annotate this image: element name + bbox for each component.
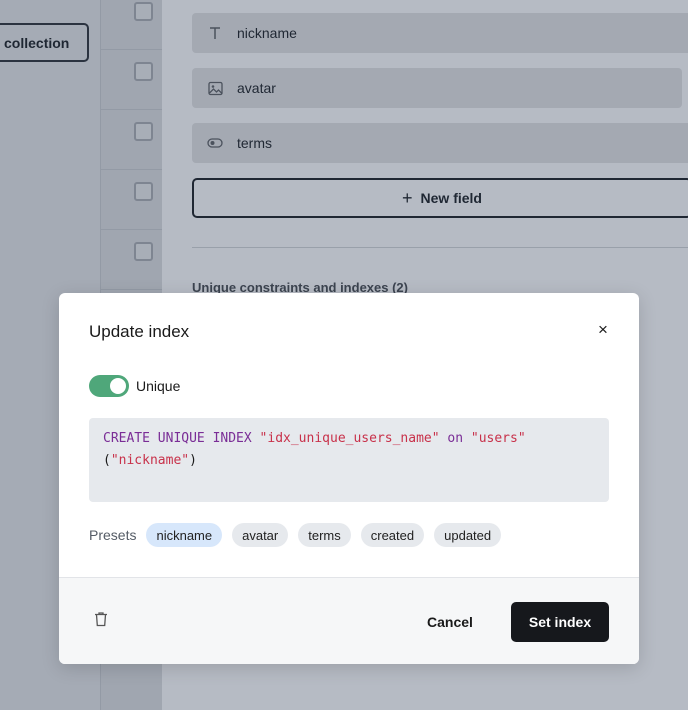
new-field-button[interactable]: + New field	[192, 178, 688, 218]
preset-chip-avatar[interactable]: avatar	[232, 523, 289, 547]
plus-icon: +	[402, 187, 413, 208]
text-icon	[206, 24, 224, 42]
preset-chip-created[interactable]: created	[360, 523, 425, 547]
trash-icon[interactable]	[94, 611, 112, 629]
row-checkbox[interactable]	[134, 242, 153, 261]
field-name: nickname	[237, 25, 297, 41]
row-checkbox[interactable]	[134, 182, 153, 201]
field-row-terms[interactable]: terms	[192, 123, 688, 163]
preset-chip-terms[interactable]: terms	[298, 523, 351, 547]
presets-label: Presets	[89, 527, 137, 543]
checkbox-row	[101, 50, 163, 110]
sql-keyword: CREATE UNIQUE INDEX	[103, 431, 252, 446]
modal-footer: Cancel Set index	[59, 577, 639, 664]
sql-keyword: on	[447, 431, 464, 446]
sql-paren: (	[103, 453, 111, 468]
checkbox-row	[101, 230, 163, 290]
row-checkbox[interactable]	[134, 62, 153, 81]
modal-title: Update index	[89, 322, 190, 341]
field-name: avatar	[237, 80, 276, 96]
preset-chip-nickname[interactable]: nickname	[146, 523, 223, 547]
set-index-button[interactable]: Set index	[511, 602, 609, 642]
checkbox-row	[101, 0, 163, 50]
checkbox-row	[101, 170, 163, 230]
close-icon[interactable]: ×	[593, 320, 613, 340]
index-sql-editor[interactable]: CREATE UNIQUE INDEX "idx_unique_users_na…	[89, 418, 609, 502]
cancel-button[interactable]: Cancel	[414, 602, 486, 642]
toggle-knob	[110, 378, 126, 394]
new-collection-button[interactable]: collection	[0, 23, 89, 62]
row-checkbox[interactable]	[134, 2, 153, 21]
unique-toggle[interactable]	[89, 375, 129, 397]
sql-index-name: "idx_unique_users_name"	[259, 431, 440, 446]
divider	[192, 247, 688, 248]
sql-paren: )	[189, 453, 197, 468]
presets-bar: Presets nickname avatar terms created up…	[89, 523, 511, 547]
toggle-icon	[206, 134, 224, 152]
unique-label: Unique	[136, 378, 181, 394]
sql-table-name: "users"	[470, 431, 526, 446]
field-row-avatar[interactable]: avatar	[192, 68, 682, 108]
field-row-nickname[interactable]: nickname	[192, 13, 688, 53]
new-field-label: New field	[420, 190, 482, 206]
checkbox-row	[101, 110, 163, 170]
preset-chip-updated[interactable]: updated	[434, 523, 502, 547]
field-name: terms	[237, 135, 272, 151]
update-index-modal: Update index × Unique CREATE UNIQUE INDE…	[59, 293, 639, 664]
sql-column-name: "nickname"	[110, 453, 190, 468]
row-checkbox[interactable]	[134, 122, 153, 141]
image-icon	[206, 79, 224, 97]
